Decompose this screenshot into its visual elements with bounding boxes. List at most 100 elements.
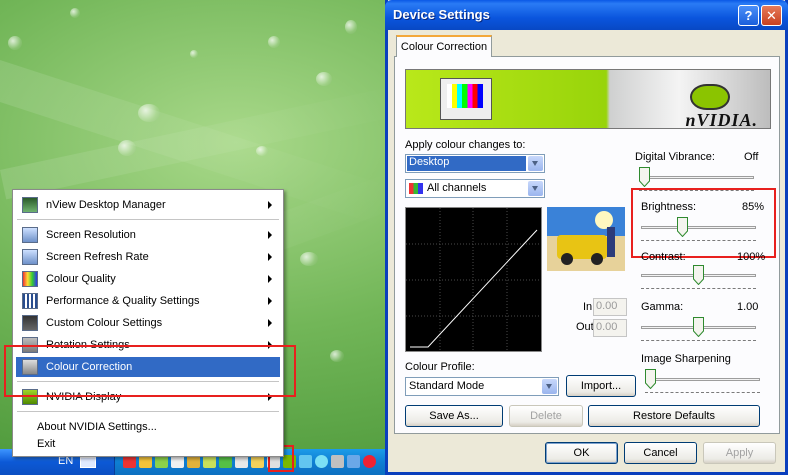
colour-curve-graph[interactable] [405, 207, 542, 352]
in-value-field[interactable]: 0.00 [593, 298, 627, 316]
delete-button[interactable]: Delete [509, 405, 583, 427]
gamma-slider[interactable] [641, 317, 756, 341]
vibrance-value: Off [744, 151, 759, 163]
menu-item-exit[interactable]: Exit [16, 434, 280, 454]
menu-item-label: Screen Refresh Rate [46, 251, 149, 263]
slider-thumb[interactable] [645, 369, 656, 389]
submenu-arrow-icon [268, 275, 272, 283]
preview-image [547, 207, 625, 271]
restore-defaults-button[interactable]: Restore Defaults [588, 405, 760, 427]
nview-icon [22, 197, 38, 213]
tab-colour-correction[interactable]: Colour Correction [396, 35, 492, 57]
tray-app-icon[interactable] [299, 455, 312, 468]
slider-track [645, 378, 760, 381]
monitor-icon [440, 78, 492, 120]
curve-plot [406, 208, 541, 351]
tray-app-icon[interactable] [347, 455, 360, 468]
contrast-value: 100% [737, 251, 766, 263]
water-drop [8, 36, 22, 50]
water-drop [70, 8, 80, 18]
sharpening-label: Image Sharpening [641, 353, 731, 365]
nvidia-eye-logo [690, 84, 730, 110]
vibrance-slider[interactable] [639, 167, 754, 191]
contrast-label: Contrast: [641, 251, 686, 263]
dropdown-arrow-icon[interactable] [528, 181, 543, 196]
apply-to-label: Apply colour changes to: [405, 139, 526, 151]
keyboard-icon[interactable] [80, 457, 96, 468]
menu-item-refresh-rate[interactable]: Screen Refresh Rate [16, 247, 280, 267]
menu-item-colour-quality[interactable]: Colour Quality [16, 269, 280, 289]
water-drop [300, 252, 318, 266]
water-drop [330, 350, 344, 362]
submenu-arrow-icon [268, 253, 272, 261]
slider-thumb[interactable] [693, 265, 704, 285]
ok-button[interactable]: OK [545, 442, 618, 464]
channels-value: All channels [427, 182, 487, 194]
help-button[interactable]: ? [738, 5, 759, 26]
menu-separator [17, 411, 279, 412]
highlight-box-colour-correction [4, 345, 296, 397]
sharpening-slider[interactable] [645, 369, 760, 393]
menu-item-custom-colour[interactable]: Custom Colour Settings [16, 313, 280, 333]
submenu-arrow-icon [268, 297, 272, 305]
menu-item-label: Screen Resolution [46, 229, 136, 241]
apply-to-value: Desktop [407, 156, 526, 171]
wheel-shape [561, 253, 573, 265]
monitor-icon [22, 315, 38, 331]
nvidia-brand-text: nVIDIA. [685, 110, 758, 129]
menu-separator [17, 219, 279, 220]
tray-app-icon[interactable] [315, 455, 328, 468]
menu-item-performance-quality[interactable]: Performance & Quality Settings [16, 291, 280, 311]
menu-item-label: Colour Quality [46, 273, 116, 285]
title-bar[interactable]: Device Settings ? ✕ [385, 0, 788, 30]
monitor-icon [22, 227, 38, 243]
close-button[interactable]: ✕ [761, 5, 782, 26]
dialog-title: Device Settings [393, 7, 490, 22]
water-drop [268, 36, 280, 48]
colour-palette-icon [22, 271, 38, 287]
menu-item-label: Performance & Quality Settings [46, 295, 200, 307]
gamma-label: Gamma: [641, 301, 684, 313]
wheel-shape [591, 253, 603, 265]
cancel-button[interactable]: Cancel [624, 442, 697, 464]
colour-bars [447, 84, 483, 108]
colour-profile-value: Standard Mode [409, 380, 485, 392]
nvidia-context-menu: nView Desktop Manager Screen Resolution … [12, 189, 284, 457]
colour-profile-select[interactable]: Standard Mode [405, 377, 559, 396]
highlight-box-brightness [631, 188, 776, 258]
rgb-channels-icon [409, 183, 423, 194]
shield-icon[interactable] [363, 455, 376, 468]
water-drop [190, 50, 198, 58]
apply-button[interactable]: Apply [703, 442, 776, 464]
menu-item-label: Exit [37, 438, 56, 450]
water-drop [138, 104, 160, 122]
slider-track [639, 176, 754, 179]
water-drop [118, 140, 136, 156]
menu-item-nview[interactable]: nView Desktop Manager [16, 195, 280, 215]
dropdown-arrow-icon[interactable] [542, 379, 557, 394]
slider-ticks [645, 392, 760, 396]
save-as-button[interactable]: Save As... [405, 405, 503, 427]
menu-item-label: nView Desktop Manager [46, 199, 166, 211]
water-drop [316, 72, 332, 86]
slider-ticks [641, 288, 756, 292]
channels-select[interactable]: All channels [405, 179, 545, 198]
contrast-slider[interactable] [641, 265, 756, 289]
slider-thumb[interactable] [639, 167, 650, 187]
out-value-field[interactable]: 0.00 [593, 319, 627, 337]
tray-app-icon[interactable] [331, 455, 344, 468]
gamma-value: 1.00 [737, 301, 759, 313]
slider-thumb[interactable] [693, 317, 704, 337]
equalizer-icon [22, 293, 38, 309]
menu-item-label: About NVIDIA Settings... [37, 421, 157, 433]
person-shape [607, 227, 615, 257]
monitor-icon [22, 249, 38, 265]
colour-correction-panel: nVIDIA. Apply colour changes to: Desktop… [394, 56, 780, 434]
colour-profile-label: Colour Profile: [405, 361, 475, 373]
water-drop [256, 146, 268, 156]
apply-to-select[interactable]: Desktop [405, 154, 545, 173]
submenu-arrow-icon [268, 319, 272, 327]
menu-item-screen-resolution[interactable]: Screen Resolution [16, 225, 280, 245]
dropdown-arrow-icon[interactable] [528, 156, 543, 171]
import-button[interactable]: Import... [566, 375, 636, 397]
